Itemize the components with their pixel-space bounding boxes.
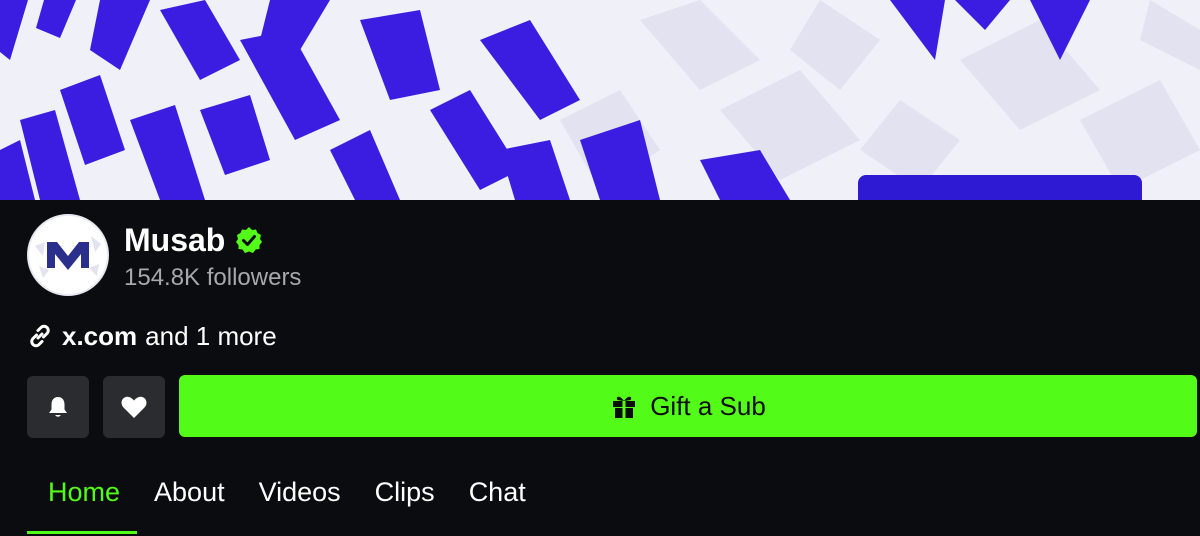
tab-about[interactable]: About [137, 470, 242, 514]
channel-page: Musab 154.8K followers x.com and 1 more [0, 0, 1200, 536]
link-icon [26, 322, 54, 350]
tab-label: About [154, 477, 225, 507]
link-primary[interactable]: x.com [62, 321, 137, 352]
banner-pattern-image [0, 0, 1200, 200]
notification-button[interactable] [27, 376, 89, 438]
tab-label: Chat [468, 477, 526, 507]
gift-sub-label: Gift a Sub [650, 390, 766, 421]
tab-clips[interactable]: Clips [358, 470, 452, 514]
channel-avatar[interactable] [27, 214, 109, 296]
tab-videos[interactable]: Videos [242, 470, 358, 514]
brand-logo-icon [29, 216, 107, 294]
tab-label: Videos [258, 477, 341, 507]
link-more[interactable]: and 1 more [145, 321, 277, 352]
channel-name-row: Musab [124, 220, 263, 260]
heart-icon [121, 396, 147, 418]
channel-links[interactable]: x.com and 1 more [26, 320, 277, 352]
tab-home[interactable]: Home [27, 470, 138, 534]
active-tab-indicator [27, 531, 138, 534]
tab-label: Clips [374, 477, 435, 507]
tab-chat[interactable]: Chat [452, 470, 543, 514]
channel-tabs: Home About Videos Clips Chat [27, 470, 543, 536]
channel-banner [0, 0, 1200, 200]
channel-name: Musab [124, 222, 226, 258]
tab-label: Home [48, 477, 121, 507]
bell-icon [49, 397, 67, 417]
verified-badge-icon [235, 226, 263, 254]
follow-button[interactable] [103, 376, 165, 438]
gift-sub-button[interactable]: Gift a Sub [179, 375, 1197, 437]
gift-icon [613, 396, 636, 418]
follower-count: 154.8K followers [124, 264, 302, 291]
